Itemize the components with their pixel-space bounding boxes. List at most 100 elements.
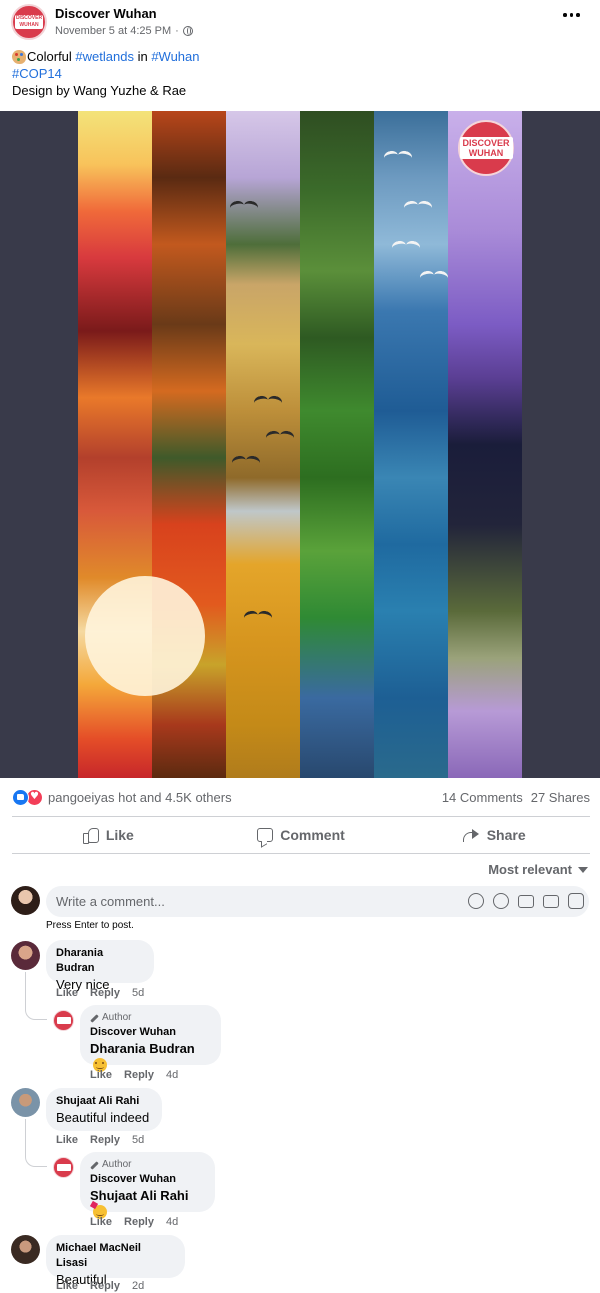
comment-input-tools bbox=[468, 893, 584, 909]
reply-mention[interactable]: Shujaat Ali Rahi bbox=[90, 1188, 188, 1203]
caption-text-2: in bbox=[133, 49, 152, 64]
watermark-text: DISCOVER WUHAN bbox=[459, 137, 513, 159]
comment-author[interactable]: Shujaat Ali Rahi bbox=[56, 1094, 152, 1109]
sort-label: Most relevant bbox=[488, 862, 572, 877]
comment-reply-button[interactable]: Reply bbox=[90, 1280, 120, 1292]
post-meta: November 5 at 4:25 PM · bbox=[55, 25, 193, 37]
hashtag-wuhan[interactable]: #Wuhan bbox=[151, 48, 199, 65]
reply-like-button[interactable]: Like bbox=[90, 1216, 112, 1228]
comment-like-button[interactable]: Like bbox=[56, 1134, 78, 1146]
current-user-avatar[interactable] bbox=[11, 886, 40, 915]
camera-icon[interactable] bbox=[518, 895, 534, 908]
page-avatar[interactable]: DISCOVER WUHAN bbox=[11, 4, 47, 40]
thread-line bbox=[25, 1119, 47, 1167]
reply-reply-button[interactable]: Reply bbox=[124, 1069, 154, 1081]
comments-count[interactable]: 14 Comments bbox=[442, 790, 523, 805]
author-badge: Author bbox=[90, 1011, 211, 1025]
page-avatar-logo: DISCOVER WUHAN bbox=[15, 15, 43, 29]
composer-hint: Press Enter to post. bbox=[46, 920, 134, 931]
comment-button[interactable]: Comment bbox=[205, 818, 398, 852]
bird-icon bbox=[266, 431, 294, 441]
comment-bubble: Dharania Budran Very nice bbox=[46, 940, 154, 992]
post-image[interactable]: DISCOVER WUHAN bbox=[0, 111, 600, 778]
globe-icon[interactable] bbox=[182, 26, 193, 36]
comment-author[interactable]: Dharania Budran bbox=[56, 946, 144, 976]
reactions-bar: pangoeiyas hot and 4.5K others 14 Commen… bbox=[12, 787, 590, 807]
commenter-avatar[interactable] bbox=[11, 1235, 40, 1264]
post-header: DISCOVER WUHAN Discover Wuhan November 5 … bbox=[0, 0, 600, 110]
commenter-avatar[interactable] bbox=[11, 941, 40, 970]
caption-credit: Design by Wang Yuzhe & Rae bbox=[12, 83, 187, 98]
caret-down-icon bbox=[578, 866, 588, 873]
reply-reply-button[interactable]: Reply bbox=[124, 1216, 154, 1228]
shares-count[interactable]: 27 Shares bbox=[531, 790, 590, 805]
comment-time[interactable]: 5d bbox=[132, 987, 144, 999]
comment-time[interactable]: 5d bbox=[132, 1134, 144, 1146]
comment-bubble: Michael MacNeil Lisasi Beautiful bbox=[46, 1235, 185, 1287]
reactions-summary[interactable]: pangoeiyas hot and 4.5K others bbox=[48, 790, 232, 805]
more-options-icon[interactable] bbox=[563, 12, 581, 18]
thumbs-up-icon bbox=[82, 827, 99, 844]
reply-author[interactable]: Discover Wuhan bbox=[90, 1172, 205, 1187]
comment-button-label: Comment bbox=[280, 827, 345, 843]
bird-icon bbox=[254, 396, 282, 406]
pencil-icon bbox=[90, 1013, 99, 1023]
hashtag-cop14[interactable]: #COP14 bbox=[12, 65, 62, 82]
caption-text-1: Colorful bbox=[27, 49, 76, 64]
discover-wuhan-avatar[interactable] bbox=[53, 1157, 74, 1178]
comment-reply-button[interactable]: Reply bbox=[90, 1134, 120, 1146]
author-badge-label: Author bbox=[102, 1012, 132, 1023]
image-strip-swan bbox=[448, 111, 522, 778]
reply-mention[interactable]: Dharania Budran bbox=[90, 1041, 195, 1056]
comment-text: Beautiful indeed bbox=[56, 1110, 150, 1125]
bird-icon bbox=[384, 151, 412, 161]
comment-actions: Like Reply 5d bbox=[56, 1134, 144, 1146]
page-name[interactable]: Discover Wuhan bbox=[55, 6, 157, 21]
reply-time[interactable]: 4d bbox=[166, 1069, 178, 1081]
comment-like-button[interactable]: Like bbox=[56, 1280, 78, 1292]
share-button-label: Share bbox=[486, 827, 526, 843]
comment-like-button[interactable]: Like bbox=[56, 987, 78, 999]
divider bbox=[12, 816, 590, 817]
commenter-avatar[interactable] bbox=[11, 1088, 40, 1117]
bird-icon bbox=[230, 201, 258, 211]
emoji-icon[interactable] bbox=[493, 893, 509, 909]
post-actions: Like Comment Share bbox=[12, 818, 590, 852]
reply-time[interactable]: 4d bbox=[166, 1216, 178, 1228]
sun-shape bbox=[85, 576, 205, 696]
comment-time[interactable]: 2d bbox=[132, 1280, 144, 1292]
sticker-icon[interactable] bbox=[568, 893, 584, 909]
comment-actions: Like Reply 2d bbox=[56, 1280, 144, 1292]
comment-sort-dropdown[interactable]: Most relevant bbox=[488, 862, 588, 877]
gif-icon[interactable] bbox=[543, 895, 559, 908]
meta-separator: · bbox=[175, 25, 179, 37]
reply-author[interactable]: Discover Wuhan bbox=[90, 1025, 211, 1040]
reply-actions: Like Reply 4d bbox=[90, 1069, 178, 1081]
share-button[interactable]: Share bbox=[397, 818, 590, 852]
comment-bubble: Shujaat Ali Rahi Beautiful indeed bbox=[46, 1088, 162, 1131]
image-watermark-logo: DISCOVER WUHAN bbox=[458, 120, 514, 176]
like-button-label: Like bbox=[105, 827, 134, 843]
image-strip-green bbox=[300, 111, 374, 778]
bird-icon bbox=[420, 271, 448, 281]
hashtag-wetlands[interactable]: #wetlands bbox=[75, 48, 134, 65]
discover-wuhan-avatar[interactable] bbox=[53, 1010, 74, 1031]
reply-bubble: Author Discover Wuhan Dharania Budran bbox=[80, 1005, 221, 1072]
bird-icon bbox=[244, 611, 272, 621]
thread-line bbox=[25, 972, 47, 1020]
like-reaction-icon[interactable] bbox=[12, 788, 29, 806]
pencil-icon bbox=[90, 1160, 99, 1170]
share-icon bbox=[462, 828, 480, 842]
comment-reply-button[interactable]: Reply bbox=[90, 987, 120, 999]
bird-icon bbox=[232, 456, 260, 466]
bird-icon bbox=[392, 241, 420, 251]
reply-like-button[interactable]: Like bbox=[90, 1069, 112, 1081]
avatar-sticker-icon[interactable] bbox=[468, 893, 484, 909]
comment-actions: Like Reply 5d bbox=[56, 987, 144, 999]
divider bbox=[12, 853, 590, 854]
like-button[interactable]: Like bbox=[12, 818, 205, 852]
comment-author[interactable]: Michael MacNeil Lisasi bbox=[56, 1241, 175, 1271]
bird-icon bbox=[404, 201, 432, 211]
post-timestamp[interactable]: November 5 at 4:25 PM bbox=[55, 25, 171, 37]
post-caption: Colorful #wetlands in #Wuhan #COP14 Desi… bbox=[12, 48, 200, 99]
